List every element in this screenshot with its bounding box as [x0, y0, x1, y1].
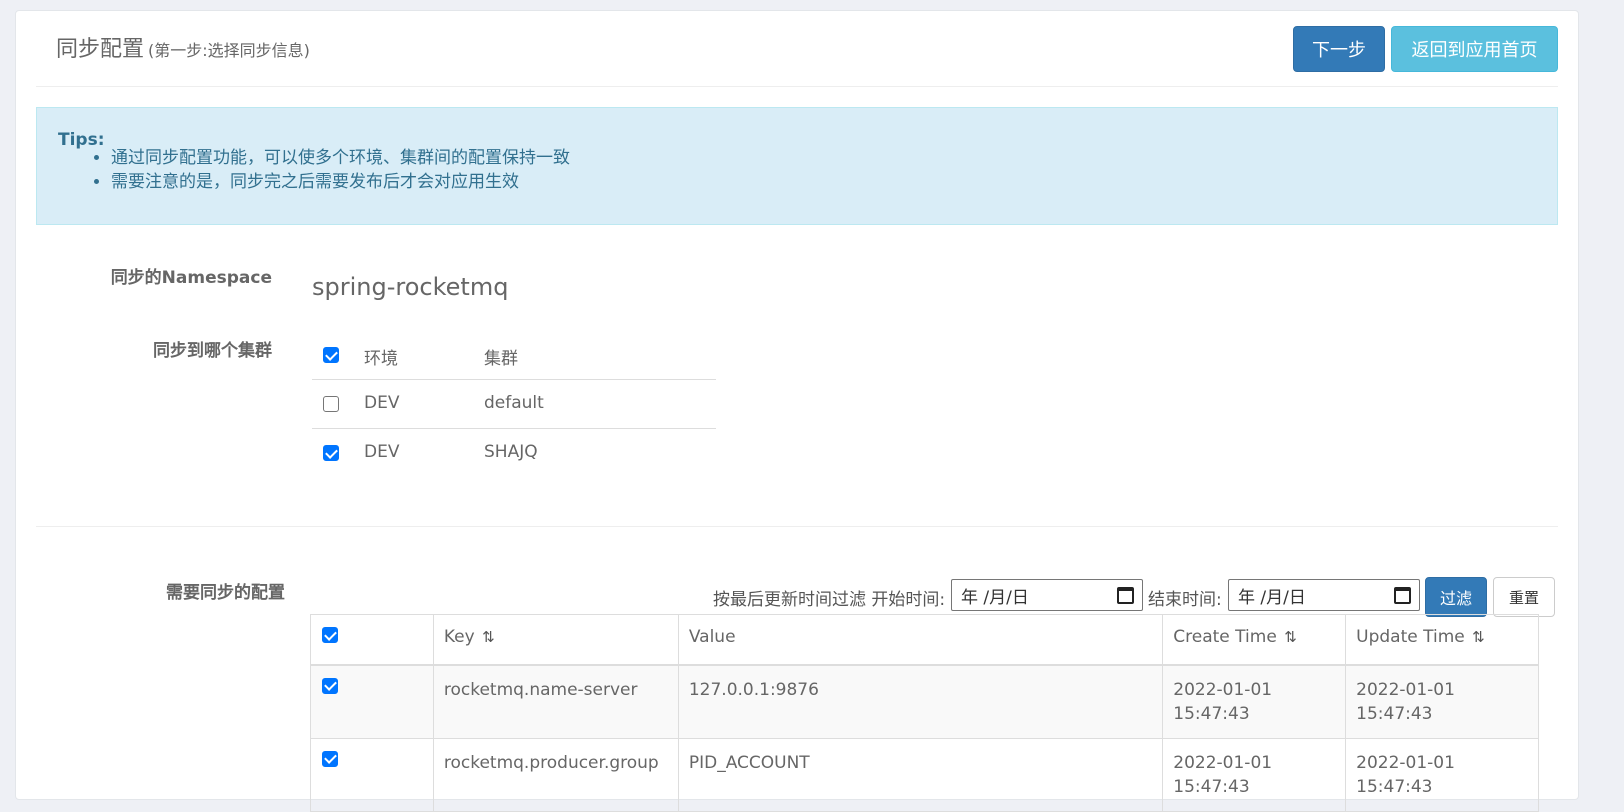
- cluster-label: 同步到哪个集群: [153, 341, 272, 361]
- cluster-row: DEV default: [312, 380, 716, 429]
- table-row: rocketmq.producer.group PID_ACCOUNT 2022…: [310, 737, 1539, 812]
- cluster-column-header: 集群: [484, 349, 518, 369]
- sort-icon[interactable]: ⇅: [1284, 628, 1297, 646]
- page-title: 同步配置 (第一步:选择同步信息): [56, 37, 310, 62]
- end-date-placeholder: 年 /月/日: [1238, 587, 1306, 608]
- config-value: 127.0.0.1:9876: [677, 664, 1164, 739]
- calendar-icon[interactable]: [1117, 587, 1134, 604]
- section-divider: [36, 526, 1558, 527]
- key-column-header[interactable]: Key ⇅: [432, 614, 679, 666]
- config-value: PID_ACCOUNT: [677, 737, 1164, 812]
- config-update-time: 2022-01-01 15:47:43: [1345, 737, 1539, 812]
- tips-box: Tips: 通过同步配置功能，可以使多个环境、集群间的配置保持一致 需要注意的是…: [36, 107, 1558, 225]
- cluster-env: DEV: [364, 393, 400, 413]
- config-row-checkbox[interactable]: [322, 677, 338, 694]
- value-column-header: Value: [677, 614, 1164, 666]
- config-create-time: 2022-01-01 15:47:43: [1162, 664, 1347, 739]
- start-date-placeholder: 年 /月/日: [961, 587, 1029, 608]
- sort-icon[interactable]: ⇅: [1472, 628, 1485, 646]
- table-row: rocketmq.name-server 127.0.0.1:9876 2022…: [310, 664, 1539, 739]
- config-key: rocketmq.producer.group: [432, 737, 679, 812]
- config-update-time: 2022-01-01 15:47:43: [1345, 664, 1539, 739]
- tips-list: 通过同步配置功能，可以使多个环境、集群间的配置保持一致 需要注意的是，同步完之后…: [91, 146, 570, 194]
- back-to-app-home-button[interactable]: 返回到应用首页: [1391, 26, 1558, 72]
- config-row-checkbox[interactable]: [322, 750, 338, 767]
- sort-icon[interactable]: ⇅: [482, 628, 495, 646]
- filter-end-label: 结束时间:: [1148, 590, 1222, 610]
- select-all-clusters-checkbox[interactable]: [323, 347, 339, 363]
- calendar-icon[interactable]: [1394, 587, 1411, 604]
- start-date-input[interactable]: 年 /月/日: [951, 579, 1143, 611]
- cluster-row: DEV SHAJQ: [312, 429, 716, 478]
- filter-button[interactable]: 过滤: [1425, 577, 1487, 617]
- filter-start-label: 按最后更新时间过滤 开始时间:: [713, 590, 946, 610]
- cluster-checkbox[interactable]: [323, 445, 339, 461]
- create-time-column-header[interactable]: Create Time ⇅: [1162, 614, 1347, 666]
- update-time-column-header[interactable]: Update Time ⇅: [1345, 614, 1539, 666]
- tip-item: 需要注意的是，同步完之后需要发布后才会对应用生效: [111, 170, 570, 194]
- config-table-header: Key ⇅ Value Create Time ⇅ Update Time ⇅: [310, 614, 1539, 666]
- env-column-header: 环境: [364, 349, 398, 369]
- select-all-configs-checkbox[interactable]: [322, 627, 338, 643]
- namespace-value: spring-rocketmq: [312, 273, 509, 301]
- cluster-header-row: 环境 集群: [312, 331, 716, 380]
- cluster-checkbox[interactable]: [323, 396, 339, 412]
- cluster-name: SHAJQ: [484, 442, 538, 462]
- cluster-name: default: [484, 393, 544, 413]
- cluster-env: DEV: [364, 442, 400, 462]
- reset-button[interactable]: 重置: [1493, 577, 1555, 617]
- tip-item: 通过同步配置功能，可以使多个环境、集群间的配置保持一致: [111, 146, 570, 170]
- next-step-button[interactable]: 下一步: [1293, 26, 1385, 72]
- namespace-label: 同步的Namespace: [110, 268, 272, 288]
- page-subtitle: (第一步:选择同步信息): [148, 41, 310, 60]
- cluster-table: 环境 集群 DEV default DEV SHAJQ: [312, 331, 716, 478]
- config-create-time: 2022-01-01 15:47:43: [1162, 737, 1347, 812]
- end-date-input[interactable]: 年 /月/日: [1228, 579, 1420, 611]
- configs-label: 需要同步的配置: [166, 583, 285, 603]
- page-header: 同步配置 (第一步:选择同步信息) 下一步 返回到应用首页: [36, 11, 1558, 87]
- config-key: rocketmq.name-server: [432, 664, 679, 739]
